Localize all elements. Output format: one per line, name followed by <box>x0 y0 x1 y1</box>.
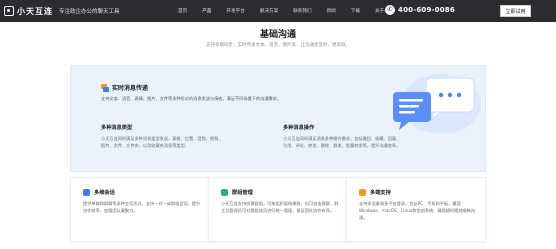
nav-item-download[interactable]: 下载 <box>351 8 360 14</box>
page-title: 基础沟通 <box>259 30 296 40</box>
phone-number: 400-609-0086 <box>398 6 455 14</box>
top-navigation-bar: 小天互连 专注政企办公的聊天工具 首页 产品 开发平台 解决方案 联系我们 新闻… <box>0 0 556 22</box>
card-multi-device[interactable]: 多端支持 支持多设备和多平台登录，包括PC、手机和平板，兼容Windows、ma… <box>346 177 486 242</box>
logo-slogan: 专注政企办公的聊天工具 <box>59 9 120 15</box>
logo-icon <box>4 6 14 16</box>
chat-bubble-illustration-icon <box>393 74 481 134</box>
card-title: 多维会话 <box>94 190 115 196</box>
main-nav: 首页 产品 开发平台 解决方案 联系我们 新闻 下载 关于小天 <box>178 0 408 22</box>
phone-icon: ✆ <box>385 5 395 15</box>
card-multi-session[interactable]: 多维会话 提供单聊和群聊等多种会话形式，支持一对一或群组会话，提升协作效率，加强… <box>70 177 210 242</box>
hotline: ✆ 400-609-0086 <box>385 5 455 15</box>
card-description: 支持多设备和多平台登录，包括PC、手机和平板，兼容Windows、macOS、L… <box>359 201 476 220</box>
nav-item-developer[interactable]: 开发平台 <box>226 8 244 14</box>
subfeature-desc-types: 小天互连同时满足多种消息类型发送，表格、位置、音频、视频、图片、文件、文件夹，以… <box>101 136 223 148</box>
nav-item-solutions[interactable]: 解决方案 <box>260 8 278 14</box>
subfeature-title-operations: 多种消息操作 <box>283 125 315 131</box>
feature-title: 实时消息传递 <box>112 85 149 92</box>
card-description: 提供单聊和群聊等多种会话形式，支持一对一或群组会话，提升协作效率，加强团队凝聚力… <box>83 201 201 213</box>
feature-card-messaging: 实时消息传递 支持文本、语音、表情、图片、文件等多种形式的消息发送与接收，满足不… <box>70 65 486 172</box>
devices-icon <box>359 189 366 196</box>
chat-icon <box>83 189 90 196</box>
logo-name: 小天互连 <box>17 6 53 16</box>
subfeature-desc-operations: 小天互连同时满足消息多种操作需求，包括撤回、收藏、回复、引用、评论、转发、删除、… <box>283 136 401 148</box>
card-title: 群组管理 <box>232 190 253 196</box>
group-icon <box>221 189 228 196</box>
card-description: 小天互连支持创建群组，可按组织架构建群，也可自由建群，群主及管理员可对群组成员进… <box>221 201 339 213</box>
subfeature-title-types: 多种消息类型 <box>101 125 133 131</box>
feature-heading: 实时消息传递 <box>101 83 148 92</box>
card-title: 多端支持 <box>370 190 391 196</box>
try-now-button[interactable]: 立即试用 <box>500 5 531 17</box>
nav-item-contact[interactable]: 联系我们 <box>293 8 311 14</box>
brand-logo[interactable]: 小天互连 专注政企办公的聊天工具 <box>4 6 120 17</box>
nav-item-news[interactable]: 新闻 <box>327 8 336 14</box>
page-subtitle: 支持多端同步，实时传递文本、语音、图片等，让沟通更及时、更高效。 <box>206 43 350 48</box>
nav-item-product[interactable]: 产品 <box>202 8 211 14</box>
feature-description: 支持文本、语音、表情、图片、文件等多种形式的消息发送与接收，满足不同场景下的沟通… <box>101 96 282 101</box>
nav-item-home[interactable]: 首页 <box>178 8 187 14</box>
card-group-management[interactable]: 群组管理 小天互连支持创建群组，可按组织架构建群，也可自由建群，群主及管理员可对… <box>208 177 348 242</box>
message-icon <box>101 83 109 92</box>
